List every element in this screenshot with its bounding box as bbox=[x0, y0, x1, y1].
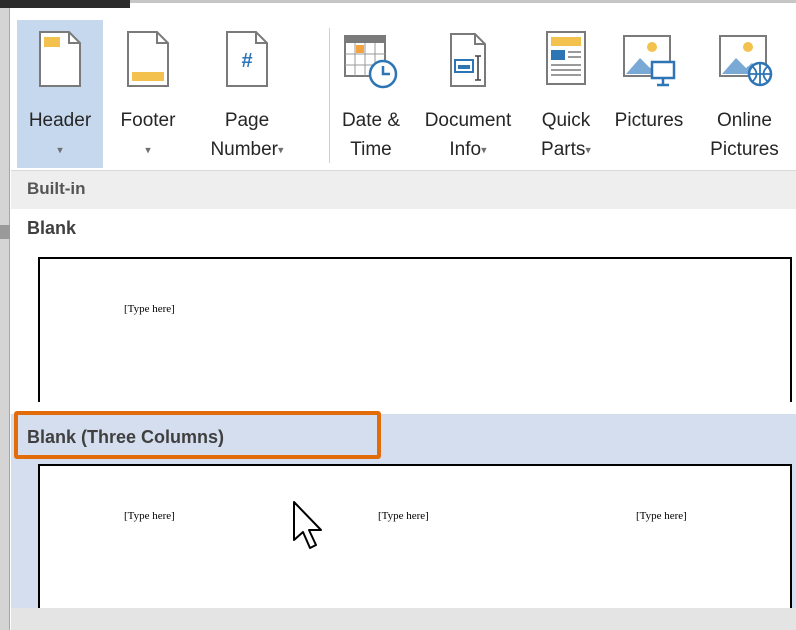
calendar-clock-icon bbox=[344, 35, 398, 89]
quick-parts-label-line1: Quick bbox=[541, 110, 591, 131]
ribbon-header-footer-group: Header ▾ Footer ▾ # Page Number▾ Date & … bbox=[11, 8, 796, 170]
placeholder-text-center: [Type here] bbox=[378, 510, 429, 522]
page-number-label-line2: Number bbox=[210, 139, 279, 160]
document-left-edge bbox=[0, 8, 10, 630]
hash-glyph: # bbox=[241, 50, 252, 72]
chevron-down-icon: ▾ bbox=[145, 144, 151, 157]
header-gallery-dropdown: Built-in Blank [Type here] Blank (Three … bbox=[11, 170, 796, 630]
gallery-bottom-edge bbox=[11, 608, 796, 630]
footer-button[interactable]: Footer ▾ bbox=[105, 20, 191, 168]
gallery-item-blank-title: Blank bbox=[27, 218, 77, 238]
ruler-marker bbox=[0, 225, 10, 239]
builtin-label: Built-in bbox=[27, 179, 86, 198]
gallery-item-three-columns[interactable]: [Type here] [Type here] [Type here] bbox=[38, 464, 792, 608]
quick-parts-icon bbox=[546, 31, 586, 85]
word-window: Header ▾ Footer ▾ # Page Number▾ Date & … bbox=[0, 0, 796, 630]
date-time-label-line1: Date & bbox=[341, 110, 401, 131]
mouse-pointer-icon bbox=[293, 501, 322, 549]
date-time-label-line2: Time bbox=[350, 139, 392, 160]
header-label: Header bbox=[28, 110, 92, 131]
footer-label: Footer bbox=[120, 110, 176, 131]
footer-icon bbox=[127, 31, 169, 87]
placeholder-text-left: [Type here] bbox=[124, 510, 175, 522]
document-info-icon bbox=[450, 33, 486, 87]
placeholder-text: [Type here] bbox=[124, 303, 175, 315]
callout-highlight-box bbox=[14, 411, 381, 459]
online-pictures-label-line2: Pictures bbox=[710, 139, 779, 160]
gallery-item-blank[interactable]: [Type here] bbox=[38, 257, 792, 402]
chevron-down-icon: ▾ bbox=[585, 144, 591, 157]
chevron-down-icon: ▾ bbox=[57, 144, 63, 157]
header-icon bbox=[39, 31, 81, 87]
ribbon-separator bbox=[329, 28, 330, 163]
pictures-button[interactable]: Pictures bbox=[605, 20, 693, 168]
quick-parts-button[interactable]: Quick Parts▾ bbox=[527, 20, 605, 168]
page-number-icon: # bbox=[226, 31, 268, 87]
window-top-line bbox=[130, 0, 796, 3]
document-info-button[interactable]: Document Info▾ bbox=[409, 20, 527, 168]
document-info-label-line1: Document bbox=[424, 110, 512, 131]
window-top-edge bbox=[0, 0, 130, 8]
date-time-button[interactable]: Date & Time bbox=[333, 20, 409, 168]
builtin-section-header: Built-in bbox=[11, 170, 796, 209]
chevron-down-icon: ▾ bbox=[278, 144, 284, 157]
pictures-label: Pictures bbox=[614, 110, 684, 131]
document-info-label-line2: Info bbox=[449, 139, 482, 160]
online-pictures-label-line1: Online bbox=[717, 110, 772, 131]
header-button[interactable]: Header ▾ bbox=[17, 20, 103, 168]
chevron-down-icon: ▾ bbox=[481, 144, 487, 157]
online-pictures-button[interactable]: Online Pictures bbox=[693, 20, 796, 168]
page-number-button[interactable]: # Page Number▾ bbox=[193, 20, 301, 168]
quick-parts-label-line2: Parts bbox=[541, 139, 586, 160]
page-number-label-line1: Page bbox=[224, 110, 270, 131]
online-picture-icon bbox=[718, 35, 772, 87]
placeholder-text-right: [Type here] bbox=[636, 510, 687, 522]
picture-icon bbox=[623, 35, 676, 87]
